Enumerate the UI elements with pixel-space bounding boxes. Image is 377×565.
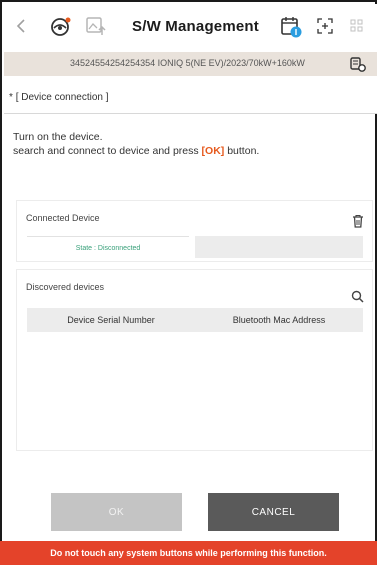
chevron-left-icon[interactable] bbox=[16, 19, 26, 33]
warning-banner: Do not touch any system buttons while pe… bbox=[0, 541, 377, 565]
instructions: Turn on the device. search and connect t… bbox=[13, 130, 363, 158]
instruction-text-end: button. bbox=[224, 145, 260, 157]
instruction-line-1: Turn on the device. bbox=[13, 131, 103, 143]
vehicle-scan-icon[interactable] bbox=[48, 15, 72, 39]
connected-device-panel: Connected Device State : Disconnected bbox=[16, 200, 373, 262]
section-header: * [ Device connection ] bbox=[4, 76, 377, 114]
column-header-mac: Bluetooth Mac Address bbox=[232, 315, 326, 325]
app-frame: S/W Management 34524554254254354 IONIQ 5… bbox=[0, 0, 377, 565]
devices-table-header: Device Serial Number Bluetooth Mac Addre… bbox=[27, 308, 363, 332]
ok-token: [OK] bbox=[201, 145, 225, 157]
ok-button[interactable]: OK bbox=[51, 493, 182, 531]
instruction-line-2: search and connect to device and press [… bbox=[13, 144, 363, 158]
vehicle-info-bar: 34524554254254354 IONIQ 5(NE EV)/2023/70… bbox=[4, 52, 377, 76]
image-upload-icon[interactable] bbox=[85, 15, 107, 37]
section-title: * [ Device connection ] bbox=[9, 92, 109, 103]
vehicle-settings-icon[interactable] bbox=[349, 55, 367, 78]
grid-icon[interactable] bbox=[350, 19, 364, 33]
required-marker: * bbox=[9, 92, 13, 103]
search-icon[interactable] bbox=[351, 290, 364, 308]
discovered-devices-panel: Discovered devices Device Serial Number … bbox=[16, 269, 373, 451]
section-heading-text: [ Device connection ] bbox=[15, 92, 109, 103]
fullscreen-icon[interactable] bbox=[316, 17, 334, 35]
connection-state-cell: State : Disconnected bbox=[27, 236, 189, 260]
vehicle-info-text: 34524554254254354 IONIQ 5(NE EV)/2023/70… bbox=[70, 58, 305, 68]
connected-device-title: Connected Device bbox=[26, 213, 100, 223]
connection-state-text: State : Disconnected bbox=[75, 245, 141, 252]
column-header-serial: Device Serial Number bbox=[67, 315, 155, 325]
page-title: S/W Management bbox=[132, 18, 259, 35]
instruction-text: search and connect to device and press bbox=[13, 145, 202, 157]
battery-calendar-icon[interactable] bbox=[280, 15, 304, 39]
app-header: S/W Management bbox=[4, 4, 377, 52]
cancel-button[interactable]: CANCEL bbox=[208, 493, 339, 531]
discovered-devices-title: Discovered devices bbox=[26, 282, 105, 292]
delete-icon[interactable] bbox=[352, 214, 364, 233]
connected-device-value bbox=[195, 236, 363, 258]
